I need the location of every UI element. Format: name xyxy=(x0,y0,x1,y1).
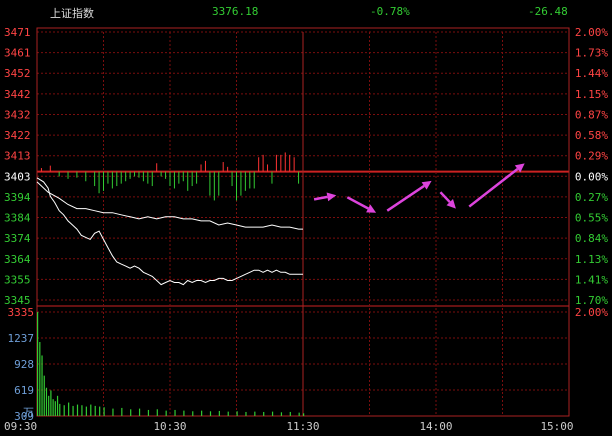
intraday-chart: 3471 3461 3452 3442 3432 3422 3413 3403 3394 3384… xyxy=(4,26,608,433)
volume-bar xyxy=(72,405,74,416)
axis-labels: 3471 3461 3452 3442 3432 3422 3413 3403 3394 3384… xyxy=(4,26,608,433)
volume-bar xyxy=(227,411,229,416)
change-points: -26.48 xyxy=(528,5,568,18)
volume-bar xyxy=(103,407,105,416)
volume-bar xyxy=(48,395,50,416)
volume-bar xyxy=(289,411,291,416)
percent-tick-label: 0.00% xyxy=(575,170,608,183)
percent-tick-label: 1.44% xyxy=(575,67,608,80)
volume-bar xyxy=(280,412,283,416)
volume-bar xyxy=(147,409,150,416)
price-tick-label: 3452 xyxy=(4,67,31,80)
volume-bar xyxy=(90,404,92,416)
volume-bar xyxy=(39,342,41,416)
volume-bar xyxy=(56,395,59,416)
volume-bar xyxy=(245,411,247,416)
arrow-shaft xyxy=(386,184,425,212)
chart-grid xyxy=(36,27,570,417)
volume-bar xyxy=(99,406,101,416)
volume-bar xyxy=(76,404,79,416)
volume-tick-label: 928 xyxy=(14,358,34,371)
volume-bar xyxy=(130,409,132,416)
price-tick-label: 3355 xyxy=(4,273,31,286)
percent-tick-label: 0.29% xyxy=(575,150,608,163)
volume-bar xyxy=(236,411,238,416)
volume-bar xyxy=(303,413,305,416)
percent-tick-label: 1.13% xyxy=(575,253,608,266)
price-tick-label: 3403 xyxy=(4,170,31,183)
price-tick-label: 3384 xyxy=(4,212,31,225)
volume-bar xyxy=(81,405,83,416)
volume-bar xyxy=(183,410,185,416)
time-tick-label: 09:30 xyxy=(4,420,37,433)
last-price: 3376.18 xyxy=(212,5,259,18)
arrow-shaft xyxy=(346,196,369,210)
volume-bar xyxy=(192,411,194,416)
volume-bar xyxy=(85,406,87,416)
percent-tick-label: 1.15% xyxy=(575,88,608,101)
volume-bar xyxy=(94,405,96,416)
price-tick-label: 3461 xyxy=(4,47,31,60)
volume-bar xyxy=(121,407,123,416)
arrow-shaft xyxy=(313,195,328,201)
percent-tick-label: 0.87% xyxy=(575,108,608,121)
price-tick-label: 3432 xyxy=(4,108,31,121)
volume-bar xyxy=(254,411,256,416)
time-tick-label: 15:00 xyxy=(540,420,573,433)
price-tick-label: 3394 xyxy=(4,191,31,204)
price-tick-label: 3442 xyxy=(4,88,31,101)
index-name: 上证指数 xyxy=(50,7,94,20)
volume-tick-label: 1237 xyxy=(8,332,35,345)
volume-bar xyxy=(43,375,45,416)
percent-tick-label: 2.00% xyxy=(575,26,608,39)
price-tick-label: 3471 xyxy=(4,26,31,39)
time-tick-label: 11:30 xyxy=(286,420,319,433)
percent-tick-label: 0.58% xyxy=(575,129,608,142)
volume-bar xyxy=(54,401,56,416)
volume-tick-label: 3335 xyxy=(8,306,35,319)
volume-bar xyxy=(165,410,167,416)
volume-bar xyxy=(201,410,203,416)
price-tick-label: 3422 xyxy=(4,129,31,142)
time-tick-label: 14:00 xyxy=(419,420,452,433)
arrow-shaft xyxy=(468,167,519,208)
volume-bar xyxy=(50,390,52,416)
volume-bar xyxy=(45,387,48,416)
volume-bar xyxy=(271,411,274,416)
volume-bar xyxy=(156,409,158,416)
volume-bar xyxy=(112,408,114,416)
price-tick-label: 3374 xyxy=(4,232,31,245)
change-percent: -0.78% xyxy=(370,5,410,18)
price-tick-label: 3364 xyxy=(4,253,31,266)
time-tick-label: 10:30 xyxy=(153,420,186,433)
volume-bar xyxy=(59,403,61,416)
volume-bar xyxy=(63,405,65,416)
volume-tick-label: 619 xyxy=(14,384,34,397)
volume-bar xyxy=(298,412,300,416)
percent-tick-label: 1.73% xyxy=(575,47,608,60)
percent-tick-label: 0.27% xyxy=(575,191,608,204)
volume-bar xyxy=(209,411,212,416)
percent-tick-label: 1.41% xyxy=(575,273,608,286)
volume-tick-label: 万 xyxy=(23,406,34,419)
volume-right-label: 2.00% xyxy=(575,306,608,319)
percent-tick-label: 0.55% xyxy=(575,212,608,225)
volume-bar xyxy=(37,312,39,416)
volume-bar xyxy=(263,411,265,416)
volume-bar xyxy=(52,399,54,416)
volume-bar xyxy=(68,402,70,416)
volume-bar xyxy=(218,410,220,416)
percent-tick-label: 0.84% xyxy=(575,232,608,245)
volume-bar xyxy=(138,408,141,416)
price-tick-label: 3413 xyxy=(4,150,31,163)
volume-bar xyxy=(174,409,176,416)
volume-bar xyxy=(41,355,43,416)
